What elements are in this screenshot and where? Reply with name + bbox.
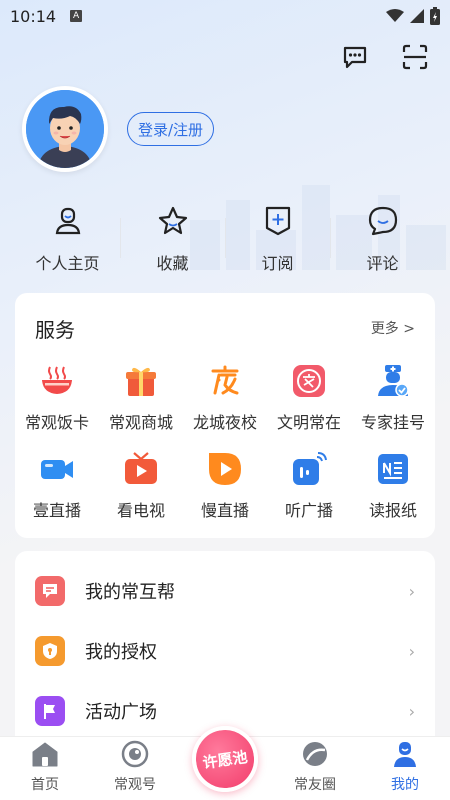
star-icon [156,204,190,238]
newspaper-icon [375,451,411,487]
menu-card: 我的常互帮 › 我的授权 › 活动广场 › [15,551,435,741]
battery-icon [430,7,440,25]
channel-icon [120,739,150,769]
flag-icon [35,696,65,726]
services-title: 服务 [35,317,75,342]
tab-channel[interactable]: 常观号 [90,737,180,800]
status-time: 10:14 [10,6,57,26]
quick-link-label: 个人主页 [35,254,100,273]
top-actions [340,42,430,72]
menu-label: 我的授权 [85,642,157,663]
services-more-link[interactable]: 更多 > [371,318,415,338]
service-slow-live[interactable]: 慢直播 [183,451,267,539]
avatar-illustration [26,90,104,168]
avatar[interactable] [22,86,108,172]
subscribe-icon [261,204,295,238]
slow-live-icon [207,451,243,487]
service-tv[interactable]: 看电视 [99,451,183,539]
help-icon [35,576,65,606]
menu-item-mutual-help[interactable]: 我的常互帮 › [15,561,435,621]
doctor-icon [375,363,411,399]
authorize-icon [35,636,65,666]
user-icon [51,204,85,238]
service-expert-registration[interactable]: 专家挂号 [351,363,435,451]
tv-icon [123,451,159,487]
gift-icon [123,363,159,399]
service-label: 读报纸 [368,501,417,520]
chevron-right-icon: › [408,701,415,721]
night-school-icon [207,363,243,399]
services-card: 服务 更多 > 常观饭卡 常观商城 龙城夜校 文明常在 专家挂号 壹直播 看电视… [15,293,435,538]
chevron-right-icon: › [408,581,415,601]
profile-icon [390,739,420,769]
quick-links: 个人主页 收藏 订阅 评论 [15,204,435,274]
tab-home[interactable]: 首页 [0,737,90,800]
service-mall[interactable]: 常观商城 [99,363,183,451]
circle-icon [300,739,330,769]
quick-link-label: 订阅 [261,254,294,273]
status-icons [386,7,440,25]
service-civilization[interactable]: 文明常在 [267,363,351,451]
service-label: 专家挂号 [360,413,425,432]
service-label: 壹直播 [32,501,81,520]
comment-icon [366,204,400,238]
service-newspaper[interactable]: 读报纸 [351,451,435,539]
services-grid: 常观饭卡 常观商城 龙城夜校 文明常在 专家挂号 壹直播 看电视 慢直播 听广播… [15,363,435,539]
menu-label: 活动广场 [85,702,157,723]
radio-icon [291,451,327,487]
service-label: 听广播 [284,501,333,520]
service-label: 常观饭卡 [24,413,89,432]
quick-link-label: 评论 [366,254,399,273]
service-label: 常观商城 [108,413,173,432]
service-night-school[interactable]: 龙城夜校 [183,363,267,451]
service-label: 文明常在 [276,413,341,432]
quick-link-comments[interactable]: 评论 [330,204,435,274]
menu-item-authorization[interactable]: 我的授权 › [15,621,435,681]
services-header: 服务 更多 > [15,293,435,363]
service-label: 看电视 [116,501,165,520]
bowl-icon [39,363,75,399]
tab-mine[interactable]: 我的 [360,737,450,800]
tab-label: 我的 [391,777,419,793]
civilization-icon [291,363,327,399]
wifi-icon [386,9,404,22]
quick-link-favorites[interactable]: 收藏 [120,204,225,274]
service-live[interactable]: 壹直播 [15,451,99,539]
scan-icon[interactable] [400,42,430,72]
menu-label: 我的常互帮 [85,582,175,603]
tab-label: 首页 [31,777,59,793]
service-radio[interactable]: 听广播 [267,451,351,539]
notification-badge: A [70,10,83,22]
quick-link-homepage[interactable]: 个人主页 [15,204,120,274]
quick-link-subscribe[interactable]: 订阅 [225,204,330,274]
live-video-icon [39,451,75,487]
tab-label: 常友圈 [294,777,336,793]
home-icon [30,739,60,769]
tab-label: 常观号 [114,777,156,793]
status-bar: 10:14 A [0,0,450,32]
quick-link-label: 收藏 [156,254,189,273]
tab-friends-circle[interactable]: 常友圈 [270,737,360,800]
signal-icon [410,9,424,23]
service-meal-card[interactable]: 常观饭卡 [15,363,99,451]
service-label: 龙城夜校 [192,413,257,432]
service-label: 慢直播 [200,501,249,520]
login-register-button[interactable]: 登录/注册 [127,112,215,146]
chevron-right-icon: › [408,641,415,661]
message-icon[interactable] [340,42,370,72]
